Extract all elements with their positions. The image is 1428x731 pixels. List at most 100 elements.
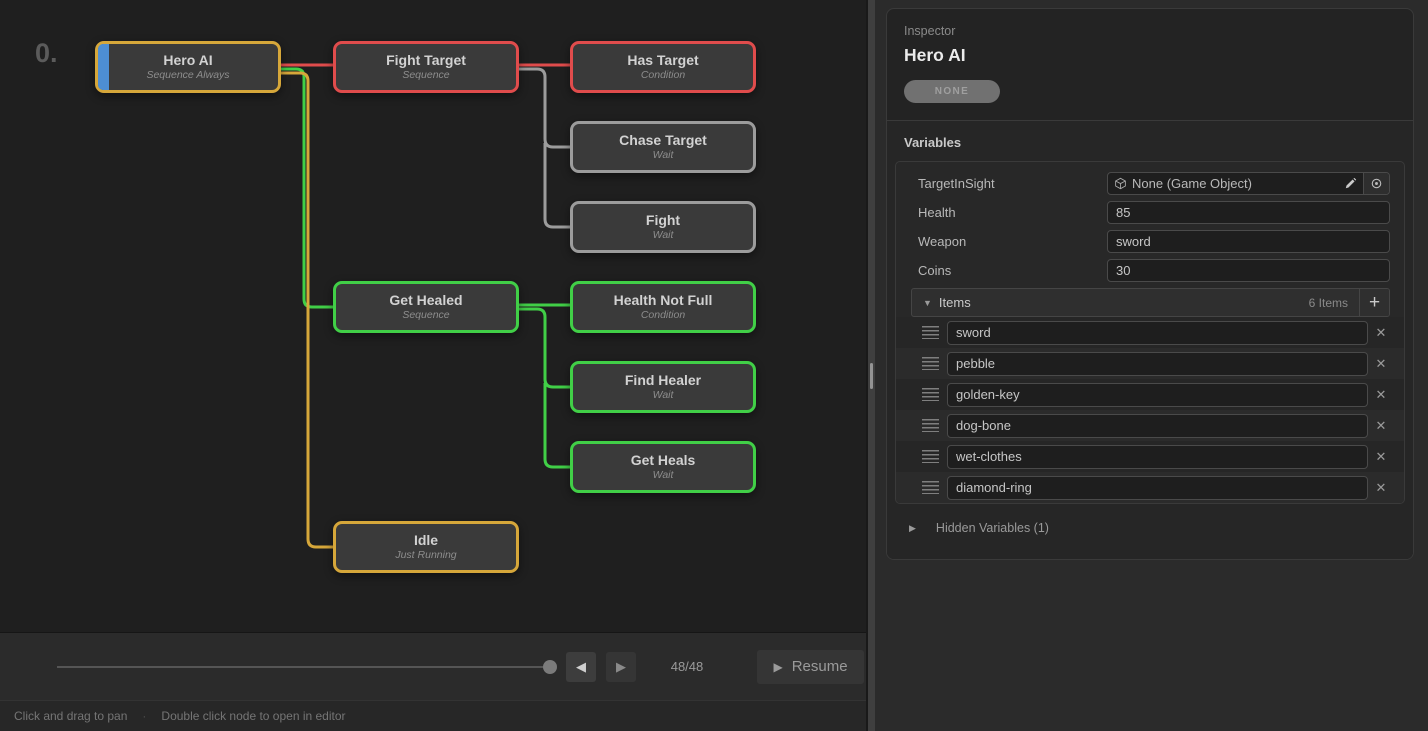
resume-label: Resume	[792, 658, 848, 675]
drag-handle-icon[interactable]	[922, 388, 939, 401]
remove-item-button[interactable]: ✕	[1368, 321, 1394, 345]
node-title: Health Not Full	[614, 292, 713, 309]
tree-node-health-not-full[interactable]: Health Not FullCondition	[570, 281, 756, 333]
node-subtitle: Wait	[653, 469, 674, 482]
object-reference-field[interactable]: None (Game Object)	[1107, 172, 1390, 195]
step-forward-icon: ▶	[616, 660, 626, 673]
item-row-wet-clothes: ✕	[896, 441, 1404, 472]
item-name-input[interactable]	[947, 476, 1368, 500]
node-title: Find Healer	[625, 372, 701, 389]
coins-value-input[interactable]	[1107, 259, 1390, 282]
remove-item-button[interactable]: ✕	[1368, 414, 1394, 438]
item-name-input[interactable]	[947, 383, 1368, 407]
step-forward-button[interactable]: ▶	[606, 652, 636, 682]
variable-row-health: Health	[896, 198, 1404, 227]
resume-button[interactable]: ▶ Resume	[757, 650, 864, 684]
slider-thumb[interactable]	[543, 660, 557, 674]
status-badge[interactable]: NONE	[904, 80, 1000, 103]
frame-counter: 48/48	[664, 659, 710, 674]
items-list-header[interactable]: ▼ Items 6 Items +	[911, 288, 1390, 317]
item-row-golden-key: ✕	[896, 379, 1404, 410]
variable-label: Coins	[918, 263, 1107, 278]
inspector-pane: Inspector Hero AI NONE Variables TargetI…	[875, 0, 1428, 731]
drag-handle-icon[interactable]	[922, 326, 939, 339]
node-subtitle: Wait	[653, 389, 674, 402]
item-row-dog-bone: ✕	[896, 410, 1404, 441]
behavior-tree-panel: 0. Hero AISequence AlwaysFight TargetSeq…	[0, 0, 866, 731]
tree-node-get-heals[interactable]: Get HealsWait	[570, 441, 756, 493]
tree-node-find-healer[interactable]: Find HealerWait	[570, 361, 756, 413]
hidden-variables-label: Hidden Variables (1)	[936, 521, 1049, 535]
hint-pan: Click and drag to pan	[14, 709, 127, 723]
remove-item-button[interactable]: ✕	[1368, 476, 1394, 500]
timeline-slider[interactable]	[57, 659, 550, 675]
node-subtitle: Wait	[653, 149, 674, 162]
plus-icon: +	[1369, 292, 1380, 313]
app-root: 0. Hero AISequence AlwaysFight TargetSeq…	[0, 0, 1428, 731]
item-name-input[interactable]	[947, 414, 1368, 438]
node-title: Fight Target	[386, 52, 466, 69]
inspector-body: Variables TargetInSightNone (Game Object…	[887, 120, 1413, 560]
remove-item-button[interactable]: ✕	[1368, 445, 1394, 469]
edge-fight-target-to-chase-target	[519, 69, 570, 147]
node-subtitle: Sequence	[402, 309, 449, 322]
edge-get-healed-to-get-heals	[545, 383, 570, 467]
inspector-header: Inspector Hero AI NONE	[887, 9, 1413, 120]
edit-pencil-icon[interactable]	[1337, 173, 1363, 194]
collapse-icon[interactable]: ▼	[923, 298, 932, 308]
node-subtitle: Condition	[641, 69, 685, 82]
item-name-input[interactable]	[947, 352, 1368, 376]
node-title: Hero AI	[163, 52, 212, 69]
drag-handle-icon[interactable]	[922, 481, 939, 494]
item-name-input[interactable]	[947, 445, 1368, 469]
variable-label: Weapon	[918, 234, 1107, 249]
item-name-input[interactable]	[947, 321, 1368, 345]
tree-node-fight-target[interactable]: Fight TargetSequence	[333, 41, 519, 93]
tree-node-chase-target[interactable]: Chase TargetWait	[570, 121, 756, 173]
play-icon: ▶	[773, 661, 782, 673]
node-title: Idle	[414, 532, 438, 549]
active-node-indicator	[98, 44, 109, 90]
tree-node-idle[interactable]: IdleJust Running	[333, 521, 519, 573]
node-subtitle: Just Running	[395, 549, 456, 562]
drag-handle-icon[interactable]	[922, 450, 939, 463]
step-back-button[interactable]: ◀	[566, 652, 596, 682]
item-row-pebble: ✕	[896, 348, 1404, 379]
node-title: Chase Target	[619, 132, 707, 149]
item-row-diamond-ring: ✕	[896, 472, 1404, 503]
inspector-node-title: Hero AI	[904, 45, 1397, 66]
remove-item-button[interactable]: ✕	[1368, 383, 1394, 407]
tree-node-fight[interactable]: FightWait	[570, 201, 756, 253]
variables-box: TargetInSightNone (Game Object)HealthWea…	[895, 161, 1405, 504]
expand-icon: ▶	[909, 523, 916, 534]
node-title: Fight	[646, 212, 680, 229]
slider-track	[57, 666, 550, 668]
weapon-value-input[interactable]	[1107, 230, 1390, 253]
edge-fight-target-to-fight	[545, 143, 570, 227]
edge-hero-ai-to-idle	[281, 73, 333, 547]
status-bar: Click and drag to pan · Double click nod…	[0, 700, 866, 731]
tree-canvas[interactable]: 0. Hero AISequence AlwaysFight TargetSeq…	[0, 0, 866, 632]
variable-row-coins: Coins	[896, 256, 1404, 285]
items-count-badge: 6 Items	[1309, 296, 1348, 310]
panel-splitter[interactable]	[866, 0, 875, 731]
hidden-variables-toggle[interactable]: ▶ Hidden Variables (1)	[887, 521, 1413, 535]
tree-node-hero-ai[interactable]: Hero AISequence Always	[95, 41, 281, 93]
item-row-sword: ✕	[896, 317, 1404, 348]
node-title: Get Heals	[631, 452, 696, 469]
tree-node-has-target[interactable]: Has TargetCondition	[570, 41, 756, 93]
add-item-button[interactable]: +	[1359, 289, 1389, 316]
hint-open-editor: Double click node to open in editor	[161, 709, 345, 723]
drag-handle-icon[interactable]	[922, 357, 939, 370]
drag-handle-icon[interactable]	[922, 419, 939, 432]
node-subtitle: Sequence	[402, 69, 449, 82]
health-value-input[interactable]	[1107, 201, 1390, 224]
game-object-cube-icon	[1114, 177, 1127, 190]
playback-bar: ◀ ▶ 48/48 ▶ Resume	[0, 632, 866, 700]
node-title: Get Healed	[389, 292, 462, 309]
tree-node-get-healed[interactable]: Get HealedSequence	[333, 281, 519, 333]
object-picker-button[interactable]	[1363, 173, 1389, 194]
splitter-handle[interactable]	[870, 363, 873, 389]
remove-item-button[interactable]: ✕	[1368, 352, 1394, 376]
node-subtitle: Condition	[641, 309, 685, 322]
